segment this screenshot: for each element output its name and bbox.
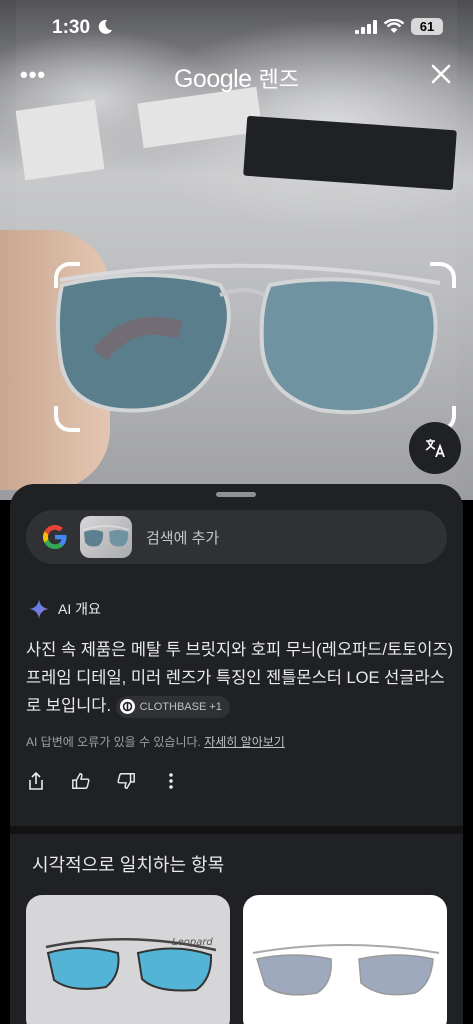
ai-overview-text: 사진 속 제품은 메탈 투 브릿지와 호피 무늬(레오파드/토토이즈) 프레임 … bbox=[26, 636, 454, 720]
ai-overview-title: AI 개요 bbox=[58, 601, 101, 617]
thumbs-up-icon[interactable] bbox=[71, 770, 91, 792]
more-vert-icon[interactable] bbox=[161, 770, 181, 792]
ai-disclaimer: AI 답변에 오류가 있을 수 있습니다. 자세히 알아보기 bbox=[26, 733, 285, 750]
google-g-icon bbox=[43, 525, 67, 549]
background-paper bbox=[15, 99, 105, 181]
status-time: 1:30 bbox=[52, 17, 91, 38]
watermark: Leopard bbox=[172, 937, 213, 948]
add-to-search-bar[interactable]: 검색에 추가 bbox=[26, 510, 447, 564]
selection-corner-handle[interactable] bbox=[54, 406, 80, 432]
source-chip[interactable]: CLOTHBASE +1 bbox=[115, 695, 230, 718]
section-divider bbox=[10, 826, 463, 834]
signal-icon bbox=[355, 19, 377, 34]
thumbs-down-icon[interactable] bbox=[116, 770, 136, 792]
ai-actions bbox=[26, 770, 181, 792]
moon-icon bbox=[98, 19, 112, 34]
visual-match-card[interactable]: Leopard bbox=[26, 895, 230, 1024]
product-image bbox=[252, 944, 440, 996]
status-bar: 1:30 61 bbox=[0, 0, 473, 56]
wifi-icon bbox=[384, 19, 404, 33]
close-icon[interactable] bbox=[431, 64, 451, 84]
page-title: Google 렌즈 bbox=[0, 62, 473, 94]
selection-corner-handle[interactable] bbox=[54, 262, 80, 288]
translate-button[interactable] bbox=[409, 422, 461, 474]
ai-overview-body: 사진 속 제품은 메탈 투 브릿지와 호피 무늬(레오파드/토토이즈) 프레임 … bbox=[26, 641, 454, 715]
selection-box[interactable] bbox=[54, 262, 456, 432]
share-icon[interactable] bbox=[26, 770, 46, 792]
selection-thumbnail bbox=[80, 516, 132, 558]
lens-top-bar: ••• Google 렌즈 bbox=[0, 58, 473, 98]
disclaimer-text: AI 답변에 오류가 있을 수 있습니다. bbox=[26, 735, 201, 749]
gemini-sparkle-icon bbox=[29, 599, 49, 619]
lens-label: 렌즈 bbox=[258, 67, 300, 92]
visual-matches-title: 시각적으로 일치하는 항목 bbox=[32, 855, 225, 875]
translate-icon bbox=[425, 439, 445, 458]
add-to-search-label: 검색에 추가 bbox=[146, 530, 220, 547]
visual-match-card[interactable] bbox=[243, 895, 447, 1024]
results-sheet: 검색에 추가 AI 개요 사진 속 제품은 메탈 투 브릿지와 호피 무늬(레오… bbox=[10, 484, 463, 1024]
sheet-drag-handle[interactable] bbox=[216, 492, 256, 497]
ai-overview-header: AI 개요 bbox=[28, 598, 101, 620]
clothbase-logo-icon bbox=[119, 699, 135, 715]
source-chip-label: CLOTHBASE +1 bbox=[139, 700, 222, 713]
google-wordmark: Google bbox=[173, 65, 252, 93]
product-image: Leopard bbox=[45, 937, 217, 992]
selection-corner-handle[interactable] bbox=[430, 262, 456, 288]
battery-indicator: 61 bbox=[411, 18, 443, 35]
learn-more-link[interactable]: 자세히 알아보기 bbox=[204, 735, 285, 749]
